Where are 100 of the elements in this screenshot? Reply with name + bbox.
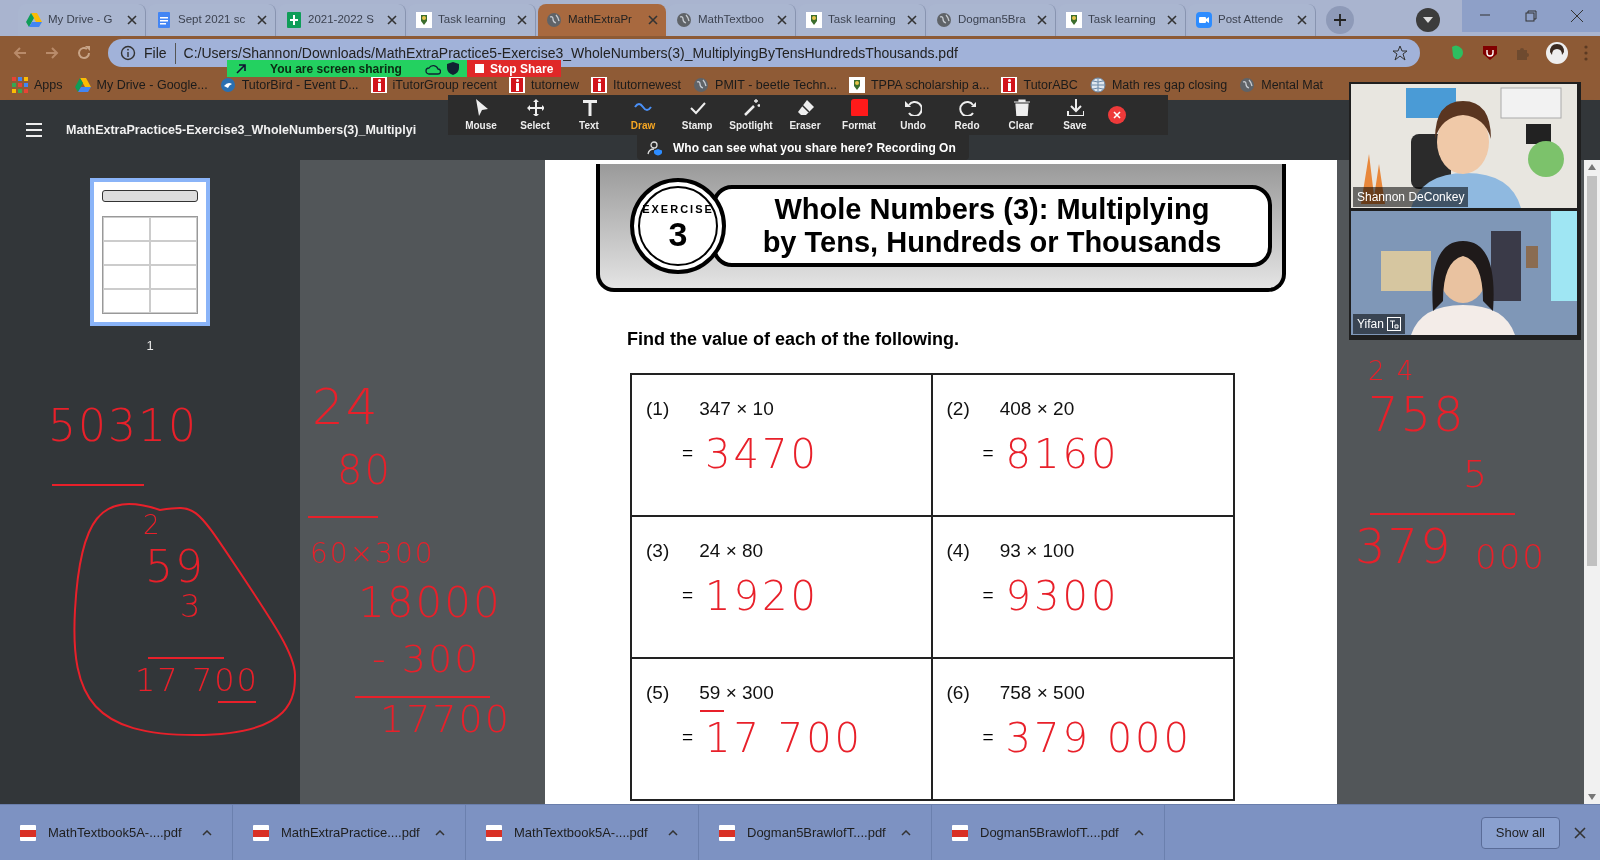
caret-icon[interactable] xyxy=(901,829,911,836)
globe-icon xyxy=(676,12,692,28)
pdf-file-icon xyxy=(253,824,269,841)
bookmark[interactable]: Math res gap closing xyxy=(1089,77,1228,93)
scrollbar-thumb[interactable] xyxy=(1587,176,1597,566)
toolbar-button[interactable]: Spotlight xyxy=(724,97,778,133)
caret-icon[interactable] xyxy=(668,829,678,836)
spreadsheet-icon xyxy=(286,12,302,28)
stop-share-button[interactable]: Stop Share xyxy=(467,60,562,77)
handwritten-note: 60×300 xyxy=(310,540,435,568)
toolbar-button[interactable]: Select xyxy=(508,97,562,133)
bookmark[interactable]: TutorABC xyxy=(1001,77,1078,93)
reload-icon[interactable] xyxy=(76,45,92,61)
wand-icon xyxy=(742,97,760,116)
toolbar-button[interactable]: Redo xyxy=(940,97,994,133)
file-name: Dogman5BrawlofT....pdf xyxy=(980,823,1120,842)
toolbar-button[interactable]: Save xyxy=(1048,97,1102,133)
close-icon[interactable] xyxy=(1574,826,1586,839)
crest-icon xyxy=(416,12,432,28)
arrow-icon[interactable] xyxy=(235,62,247,75)
close-icon[interactable] xyxy=(1037,15,1047,25)
close-icon[interactable] xyxy=(1570,9,1584,23)
globe-icon xyxy=(936,12,952,28)
toolbar-button[interactable]: Text xyxy=(562,97,616,133)
toolbar-button[interactable]: Undo xyxy=(886,97,940,133)
handwritten-answer: 17 700 xyxy=(705,717,864,758)
worksheet-title: Whole Numbers (3): Multiplying xyxy=(774,193,1210,226)
close-icon[interactable] xyxy=(648,15,658,25)
toolbar-button[interactable]: Eraser xyxy=(778,97,832,133)
caret-icon[interactable] xyxy=(435,829,445,836)
scroll-up-icon[interactable] xyxy=(1588,164,1596,170)
handwritten-note: 758 xyxy=(1368,390,1466,438)
crest-icon xyxy=(1066,12,1082,28)
bookmark[interactable]: Apps xyxy=(12,77,63,93)
restore-icon[interactable] xyxy=(1524,9,1538,23)
apps-grid-icon xyxy=(12,77,28,93)
menu-icon[interactable] xyxy=(26,123,42,137)
question-expression: 347 × 10 xyxy=(699,397,774,421)
handwritten-answer: 1920 xyxy=(705,575,819,616)
move-icon xyxy=(526,97,544,116)
profile-avatar-icon[interactable] xyxy=(1546,42,1568,64)
toolbar-button[interactable]: Draw xyxy=(616,97,670,133)
close-icon[interactable] xyxy=(907,15,917,25)
caret-icon[interactable] xyxy=(1134,829,1144,836)
close-toolbar-button[interactable] xyxy=(1108,106,1126,124)
tab-search-button[interactable] xyxy=(1416,8,1440,32)
browser-tab[interactable]: MathExtraPr xyxy=(538,4,666,36)
scrollbar[interactable] xyxy=(1584,160,1600,804)
scroll-down-icon[interactable] xyxy=(1588,794,1596,800)
bookmark[interactable]: iTutorGroup recent xyxy=(370,77,498,93)
close-icon[interactable] xyxy=(1167,15,1177,25)
show-all-button[interactable]: Show all xyxy=(1480,816,1560,849)
handwritten-note: 24 xyxy=(312,382,380,432)
bookmark-logo-icon xyxy=(509,77,526,93)
world-icon xyxy=(1089,77,1106,93)
toolbar-button[interactable]: Clear xyxy=(994,97,1048,133)
caret-icon[interactable] xyxy=(202,829,212,836)
participant-name: Shannon DeConkey xyxy=(1357,189,1465,206)
file-name: MathExtraPractice....pdf xyxy=(281,823,421,842)
question-expression: 93 × 100 xyxy=(999,539,1075,563)
toolbar-button[interactable]: Mouse xyxy=(454,97,508,133)
download-item[interactable]: MathExtraPractice....pdf xyxy=(233,805,466,860)
bookmark[interactable]: My Drive - Google... xyxy=(74,77,208,93)
bookmark[interactable]: Itutornewest xyxy=(591,77,682,93)
close-icon[interactable] xyxy=(387,15,397,25)
color-swatch-icon xyxy=(850,97,868,116)
download-item[interactable]: MathTextbook5A-....pdf xyxy=(0,805,233,860)
download-item[interactable]: MathTextbook5A-....pdf xyxy=(466,805,699,860)
drive-icon xyxy=(74,77,91,93)
new-tab-button[interactable] xyxy=(1326,6,1354,34)
close-icon[interactable] xyxy=(777,15,787,25)
handwritten-note: 59 xyxy=(145,545,205,589)
close-icon[interactable] xyxy=(1297,15,1307,25)
bookmark[interactable]: TutorBird - Event D... xyxy=(219,77,359,93)
info-icon[interactable] xyxy=(120,45,136,61)
bookmark[interactable]: tutornew xyxy=(509,77,579,93)
star-icon[interactable] xyxy=(1392,45,1408,61)
handwritten-answer: 379 000 xyxy=(1005,717,1193,758)
handwritten-answer: 3470 xyxy=(705,433,819,474)
download-item[interactable]: Dogman5BrawlofT....pdf xyxy=(699,805,932,860)
close-icon[interactable] xyxy=(127,15,137,25)
bookmark-logo-icon xyxy=(1001,77,1018,93)
text-tool-icon xyxy=(580,97,598,116)
close-icon[interactable] xyxy=(517,15,527,25)
equals-sign: = xyxy=(682,725,694,750)
close-icon[interactable] xyxy=(257,15,267,25)
shield-icon[interactable] xyxy=(1482,45,1498,61)
toolbar-button[interactable]: Format xyxy=(832,97,886,133)
person-shield-icon[interactable] xyxy=(647,139,663,156)
instruction-text: Find the value of each of the following. xyxy=(627,328,959,351)
shield-icon xyxy=(447,62,459,75)
download-item[interactable]: Dogman5BrawlofT....pdf xyxy=(932,805,1165,860)
bookmark[interactable]: Mental Mat xyxy=(1239,77,1324,93)
globe-icon xyxy=(1239,77,1256,93)
question-expression: 758 × 500 xyxy=(999,681,1085,705)
bookmark[interactable]: PMIT - beetle Techn... xyxy=(693,77,837,93)
toolbar-button[interactable]: Stamp xyxy=(670,97,724,133)
bookmark[interactable]: TPPA scholarship a... xyxy=(848,77,990,93)
globe-icon xyxy=(693,77,710,93)
page-thumbnail[interactable] xyxy=(90,178,210,326)
